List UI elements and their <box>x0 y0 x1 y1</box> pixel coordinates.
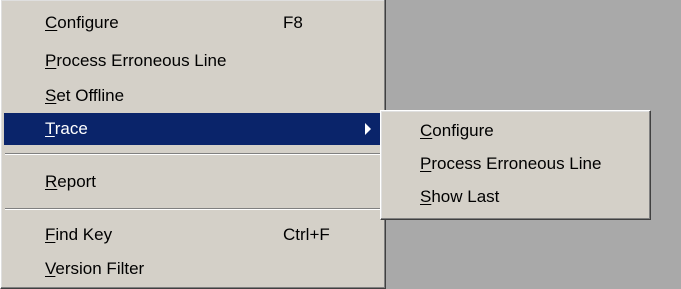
menu-item-report[interactable]: Report <box>4 166 382 198</box>
menu-item-configure-shortcut: F8 <box>283 13 303 32</box>
submenu-arrow-icon <box>365 123 371 135</box>
submenu-item-configure-label: Configure <box>420 121 494 140</box>
menu-item-find-key-label: Find Key <box>45 225 113 244</box>
submenu-item-configure[interactable]: Configure <box>384 115 647 147</box>
menu-item-set-offline-label: Set Offline <box>45 86 125 105</box>
menu-item-process-erroneous-line[interactable]: Process Erroneous Line <box>4 45 382 77</box>
submenu-item-process-erroneous-line-label: Process Erroneous Line <box>420 154 602 173</box>
menu-item-trace[interactable]: Trace <box>4 113 382 145</box>
submenu-item-show-last-label: Show Last <box>420 187 500 206</box>
menu-item-find-key-shortcut: Ctrl+F <box>283 225 330 244</box>
trace-submenu: Configure Process Erroneous Line Show La… <box>380 110 651 220</box>
menu-item-set-offline[interactable]: Set Offline <box>4 80 382 112</box>
menu-item-trace-label: Trace <box>45 119 88 138</box>
menu-item-configure[interactable]: Configure F8 <box>4 7 382 39</box>
menu-item-configure-label: Configure <box>45 13 119 32</box>
submenu-item-process-erroneous-line[interactable]: Process Erroneous Line <box>384 148 647 180</box>
menu-separator <box>5 153 381 155</box>
menu-item-find-key[interactable]: Find Key Ctrl+F <box>4 219 382 251</box>
menu-item-report-label: Report <box>45 172 97 191</box>
submenu-item-show-last[interactable]: Show Last <box>384 181 647 213</box>
menu-item-version-filter-label: Version Filter <box>45 259 145 278</box>
menu-item-version-filter[interactable]: Version Filter <box>4 253 382 285</box>
context-menu: Configure F8 Process Erroneous Line Set … <box>0 0 386 289</box>
menu-separator <box>5 208 381 210</box>
menu-item-process-erroneous-line-label: Process Erroneous Line <box>45 51 227 70</box>
